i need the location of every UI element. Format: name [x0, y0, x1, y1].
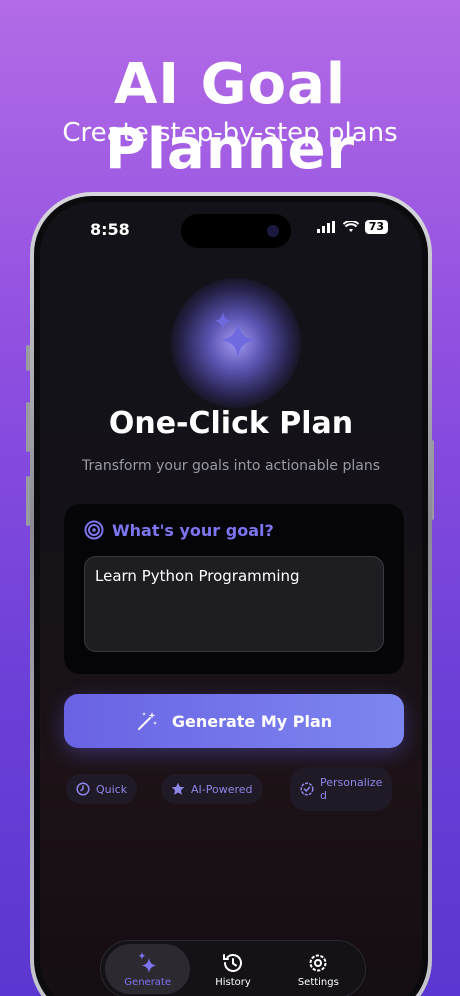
- chip-ai-powered: AI-Powered: [161, 774, 263, 804]
- wifi-icon: [342, 221, 359, 232]
- tab-history-label: History: [215, 976, 251, 988]
- target-icon: [84, 520, 104, 540]
- tab-settings-label: Settings: [297, 976, 339, 988]
- chip-personalized: Personalize d: [290, 767, 393, 811]
- promo-subtitle: Create step-by-step plans: [62, 118, 398, 148]
- goal-input[interactable]: Learn Python Programming: [84, 556, 384, 652]
- chip-quick: Quick: [66, 774, 138, 804]
- phone-frame: 8:58 73 One-Click Plan Transform your go…: [30, 192, 432, 996]
- tab-generate[interactable]: Generate: [105, 944, 191, 994]
- tab-history[interactable]: History: [190, 944, 275, 994]
- goal-label-row: What's your goal?: [84, 520, 384, 540]
- magic-wand-icon: [137, 712, 157, 730]
- gear-icon: [309, 954, 327, 971]
- tab-settings[interactable]: Settings: [276, 944, 361, 994]
- history-icon: [222, 953, 242, 972]
- tab-generate-label: Generate: [124, 976, 172, 988]
- generate-plan-label: Generate My Plan: [171, 711, 333, 731]
- dynamic-island: [181, 214, 291, 248]
- sparkles-icon: [138, 951, 157, 973]
- promo-title: AI Goal Planner: [104, 52, 356, 182]
- star-icon: [171, 782, 185, 795]
- chip-ai-powered-label: AI-Powered: [191, 782, 253, 796]
- battery-indicator: 73: [364, 220, 388, 234]
- goal-card: What's your goal? Learn Python Programmi…: [64, 504, 404, 674]
- page-subtitle: Transform your goals into actionable pla…: [82, 458, 380, 474]
- phone-bezel: 8:58 73 One-Click Plan Transform your go…: [34, 196, 428, 996]
- goal-label: What's your goal?: [112, 520, 274, 540]
- sparkles-icon: [214, 312, 256, 358]
- generate-plan-button[interactable]: Generate My Plan: [64, 694, 404, 748]
- chip-personalized-line1: Personalize: [320, 776, 383, 789]
- page-title: One-Click Plan: [108, 406, 354, 441]
- status-time: 8:58: [90, 220, 130, 239]
- badge-check-icon: [300, 782, 314, 796]
- chip-personalized-line2: d: [320, 789, 327, 802]
- app-screen: 8:58 73 One-Click Plan Transform your go…: [40, 202, 422, 996]
- clock-icon: [76, 782, 90, 796]
- cellular-signal-icon: [316, 221, 335, 233]
- chip-quick-label: Quick: [96, 782, 128, 796]
- chip-personalized-label: Personalize d: [320, 776, 382, 802]
- status-indicators: 73: [316, 220, 388, 234]
- tab-bar: Generate History Settings: [100, 940, 366, 996]
- camera-icon: [267, 225, 279, 237]
